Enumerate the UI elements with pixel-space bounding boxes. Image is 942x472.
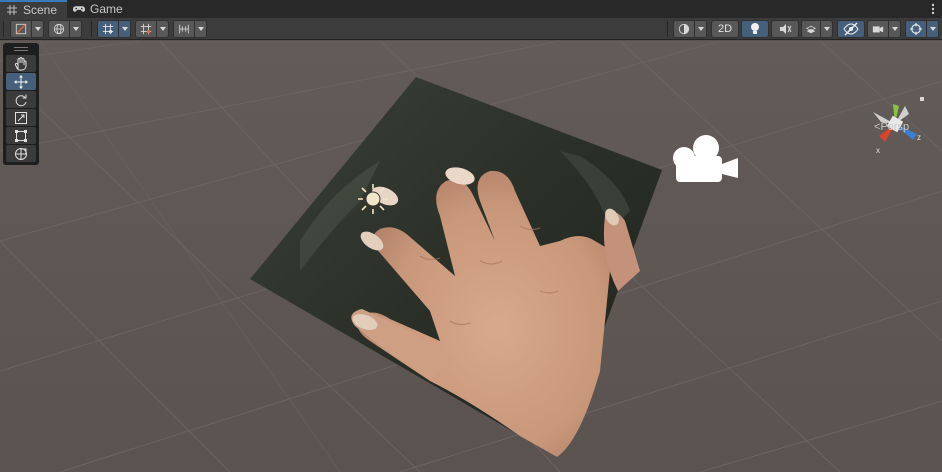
directional-light-icon[interactable] (358, 184, 388, 214)
effects-dropdown[interactable] (801, 19, 821, 38)
increment-snap-caret[interactable] (157, 19, 169, 38)
render-mode-icon (678, 23, 690, 34)
toolbar-divider (91, 20, 92, 37)
chevron-down-icon (823, 26, 830, 31)
chevron-down-icon (34, 26, 41, 31)
effects-icon (806, 25, 816, 33)
camera-dropdown[interactable] (867, 19, 889, 38)
tab-game-label: Game (90, 2, 123, 16)
rotate-icon (15, 94, 27, 106)
palette-drag-handle[interactable] (6, 44, 36, 54)
gizmos-dropdown[interactable] (905, 19, 927, 38)
shading-mode-icon (15, 23, 27, 34)
scene-toolbar: 2D (0, 18, 942, 40)
rotate-tool[interactable] (6, 91, 36, 108)
chevron-down-icon (159, 26, 166, 31)
move-tool[interactable] (6, 73, 36, 90)
gizmo-axis-x-label: x (876, 146, 880, 155)
draw-mode-caret[interactable] (32, 19, 44, 38)
rect-tool[interactable] (6, 127, 36, 144)
tab-menu-button[interactable] (924, 0, 942, 18)
scene-canvas: x z (0, 41, 942, 472)
tool-palette (3, 43, 39, 165)
snap-grid-button[interactable] (97, 19, 119, 38)
chevron-down-icon (197, 26, 204, 31)
tab-scene[interactable]: Scene (0, 0, 68, 18)
vertex-snap-icon (179, 24, 189, 33)
increment-snap-icon (140, 23, 152, 34)
gizmos-icon (910, 22, 922, 35)
vertex-snap-button[interactable] (173, 19, 195, 38)
chevron-down-icon (72, 26, 79, 31)
vertex-snap-caret[interactable] (195, 19, 207, 38)
scale-icon (15, 111, 27, 124)
scene-grid-icon (6, 4, 18, 16)
camera-icon (872, 25, 884, 32)
audio-toggle[interactable] (771, 19, 799, 38)
tab-game[interactable]: Game (67, 0, 133, 18)
toolbar-divider (3, 20, 4, 37)
snap-grid-caret[interactable] (119, 19, 131, 38)
transform-tool[interactable] (6, 145, 36, 162)
render-mode-caret[interactable] (695, 19, 707, 38)
rect-transform-icon (15, 129, 27, 142)
effects-caret[interactable] (821, 19, 833, 38)
camera-caret[interactable] (889, 19, 901, 38)
audio-mute-icon (780, 23, 792, 34)
hidden-objects-toggle[interactable] (837, 19, 865, 38)
chevron-down-icon (121, 26, 128, 31)
gizmo-axis-z-label: z (917, 133, 921, 142)
chevron-down-icon (929, 26, 936, 31)
grid-snap-icon (102, 23, 114, 34)
tab-scene-label: Scene (23, 3, 58, 17)
move-arrows-icon (14, 74, 28, 89)
projection-toggle[interactable]: <Persp (874, 121, 909, 133)
render-mode-button[interactable] (673, 19, 695, 38)
chevron-down-icon (891, 26, 898, 31)
transform-icon (15, 147, 27, 160)
gamepad-icon (73, 3, 86, 15)
lighting-toggle[interactable] (741, 19, 769, 38)
global-local-caret[interactable] (70, 19, 82, 38)
draw-mode-dropdown[interactable] (10, 19, 32, 38)
gizmo-corner-handle[interactable] (920, 97, 924, 101)
lightbulb-icon (751, 22, 759, 34)
gizmos-caret[interactable] (927, 19, 939, 38)
toolbar-divider (667, 20, 668, 37)
global-local-dropdown[interactable] (48, 19, 70, 38)
increment-snap-button[interactable] (135, 19, 157, 38)
scene-viewport[interactable]: x z (0, 41, 942, 472)
projection-label: Persp (880, 121, 910, 133)
scale-tool[interactable] (6, 109, 36, 126)
chevron-down-icon (697, 26, 704, 31)
eye-hidden-icon (843, 22, 859, 35)
hand-tool[interactable] (6, 55, 36, 72)
globe-icon (53, 23, 65, 34)
tab-bar: Scene Game (0, 0, 942, 18)
hand-icon (14, 56, 27, 70)
kebab-menu-icon (931, 3, 935, 15)
mode-2d-button[interactable]: 2D (711, 19, 739, 38)
